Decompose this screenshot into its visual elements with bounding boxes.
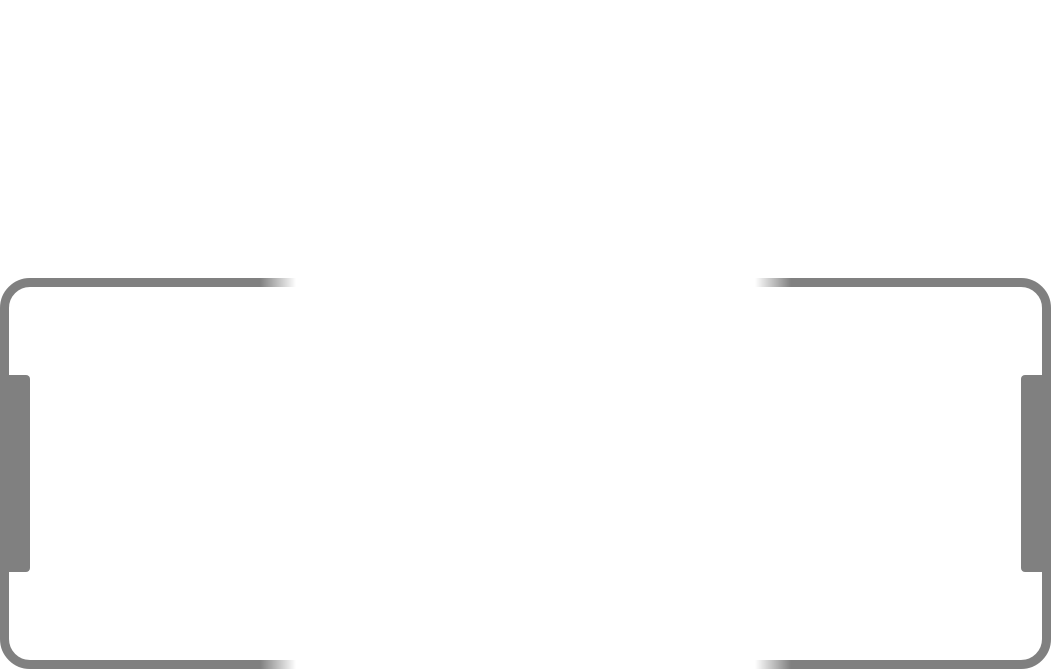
left-side-handle[interactable] bbox=[0, 375, 30, 572]
frame-top-gap bbox=[260, 276, 791, 288]
frame-bottom-gap bbox=[260, 659, 791, 669]
right-side-handle[interactable] bbox=[1021, 375, 1051, 572]
canvas bbox=[0, 0, 1051, 669]
rounded-frame bbox=[0, 278, 1051, 669]
